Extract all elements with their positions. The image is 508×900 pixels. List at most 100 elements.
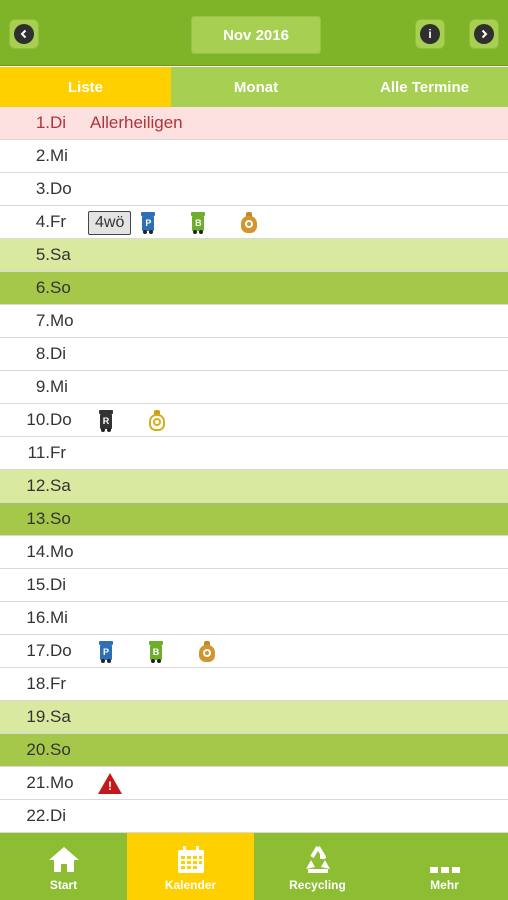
pickup-icons: PB — [88, 635, 216, 668]
bio-bin-icon[interactable]: B — [190, 211, 206, 234]
day-row[interactable]: 15. Di — [0, 569, 508, 602]
day-of-week: Do — [50, 410, 72, 429]
day-number: 17. — [26, 641, 50, 660]
tab-alle-termine[interactable]: Alle Termine — [341, 67, 508, 107]
day-number: 10. — [26, 410, 50, 429]
pickup-icons: R — [88, 404, 166, 437]
day-number: 7. — [35, 311, 50, 330]
residual-bin-icon[interactable]: R — [98, 409, 114, 432]
day-number: 14. — [26, 542, 50, 561]
day-number: 13. — [26, 509, 50, 528]
nav-recycling-label: Recycling — [289, 878, 346, 892]
day-of-week: So — [50, 509, 71, 528]
day-of-week: Mo — [50, 542, 74, 561]
nav-recycling[interactable]: Recycling — [254, 833, 381, 900]
day-row[interactable]: 10. Do R — [0, 404, 508, 437]
bag-icon[interactable] — [198, 640, 216, 663]
bio-bin-icon[interactable]: B — [148, 640, 164, 663]
day-of-week: Sa — [50, 707, 71, 726]
day-row[interactable]: 17. Do P B — [0, 635, 508, 668]
nav-start[interactable]: Start — [0, 833, 127, 900]
day-list: 1. Di Allerheiligen 2. Mi 3. Do 4. Fr 4wö P B 5. Sa 6.… — [0, 107, 508, 833]
info-icon: i — [420, 24, 440, 44]
day-number: 12. — [26, 476, 50, 495]
day-of-week: Do — [50, 179, 72, 198]
pickup-icons: 4wö P B — [88, 206, 258, 239]
day-of-week: Fr — [50, 212, 67, 231]
nav-start-label: Start — [49, 878, 78, 892]
day-row[interactable]: 4. Fr 4wö P B — [0, 206, 508, 239]
home-icon — [47, 845, 81, 876]
calendar-icon — [176, 845, 206, 878]
bag-icon[interactable] — [240, 211, 258, 234]
pickup-icons: ! — [88, 767, 122, 800]
paper-bin-icon[interactable]: P — [98, 640, 114, 663]
day-row[interactable]: 9. Mi — [0, 371, 508, 404]
day-number: 15. — [26, 575, 50, 594]
nav-mehr-label: Mehr — [430, 878, 459, 892]
paper-bin-icon[interactable]: P — [140, 211, 156, 234]
day-number: 22. — [26, 806, 50, 825]
day-row[interactable]: 13. So — [0, 503, 508, 536]
bottom-nav: Start Kalender Recycling Mehr — [0, 833, 508, 900]
day-of-week: Di — [50, 344, 67, 363]
more-icon — [429, 863, 460, 877]
day-of-week: Di — [50, 113, 67, 132]
nav-kalender[interactable]: Kalender — [127, 833, 254, 900]
week-badge[interactable]: 4wö — [88, 210, 132, 235]
warning-icon[interactable]: ! — [98, 773, 122, 794]
day-row[interactable]: 1. Di Allerheiligen — [0, 107, 508, 140]
next-month-button[interactable] — [469, 19, 499, 49]
chevron-right-icon — [474, 24, 494, 44]
day-row[interactable]: 5. Sa — [0, 239, 508, 272]
day-number: 20. — [26, 740, 50, 759]
day-number: 8. — [35, 344, 50, 363]
day-row[interactable]: 14. Mo — [0, 536, 508, 569]
day-row[interactable]: 3. Do — [0, 173, 508, 206]
day-number: 5. — [35, 245, 50, 264]
day-number: 4. — [35, 212, 50, 231]
day-row[interactable]: 2. Mi — [0, 140, 508, 173]
day-number: 19. — [26, 707, 50, 726]
chevron-left-icon — [14, 24, 34, 44]
day-of-week: Mi — [50, 146, 68, 165]
day-row[interactable]: 21. Mo! — [0, 767, 508, 800]
day-number: 3. — [35, 179, 50, 198]
day-row[interactable]: 18. Fr — [0, 668, 508, 701]
nav-kalender-label: Kalender — [164, 878, 217, 892]
day-number: 6. — [35, 278, 50, 297]
day-of-week: Mo — [50, 311, 74, 330]
day-row[interactable]: 7. Mo — [0, 305, 508, 338]
view-tabs: Liste Monat Alle Termine — [0, 67, 508, 107]
day-row[interactable]: 12. Sa — [0, 470, 508, 503]
day-number: 2. — [35, 146, 50, 165]
tab-liste[interactable]: Liste — [0, 67, 171, 107]
holiday-label: Allerheiligen — [90, 113, 183, 132]
day-row[interactable]: 6. So — [0, 272, 508, 305]
day-row[interactable]: 11. Fr — [0, 437, 508, 470]
day-of-week: Di — [50, 575, 67, 594]
day-of-week: Mi — [50, 377, 68, 396]
day-of-week: Di — [50, 806, 67, 825]
header-bar: Nov 2016 i — [0, 0, 508, 66]
month-selector[interactable]: Nov 2016 — [191, 16, 321, 54]
day-row[interactable]: 8. Di — [0, 338, 508, 371]
nav-mehr[interactable]: Mehr — [381, 833, 508, 900]
yellow-bag-icon[interactable] — [148, 409, 166, 432]
recycle-icon — [302, 845, 334, 878]
info-button[interactable]: i — [415, 19, 445, 49]
day-of-week: Fr — [50, 674, 67, 693]
day-row[interactable]: 19. Sa — [0, 701, 508, 734]
prev-month-button[interactable] — [9, 19, 39, 49]
day-of-week: Fr — [50, 443, 67, 462]
day-of-week: Do — [50, 641, 72, 660]
day-number: 9. — [35, 377, 50, 396]
tab-monat[interactable]: Monat — [171, 67, 341, 107]
day-number: 16. — [26, 608, 50, 627]
day-number: 18. — [26, 674, 50, 693]
day-row[interactable]: 20. So — [0, 734, 508, 767]
day-row[interactable]: 16. Mi — [0, 602, 508, 635]
day-of-week: Mo — [50, 773, 74, 792]
day-row[interactable]: 22. Di — [0, 800, 508, 833]
day-of-week: Sa — [50, 245, 71, 264]
